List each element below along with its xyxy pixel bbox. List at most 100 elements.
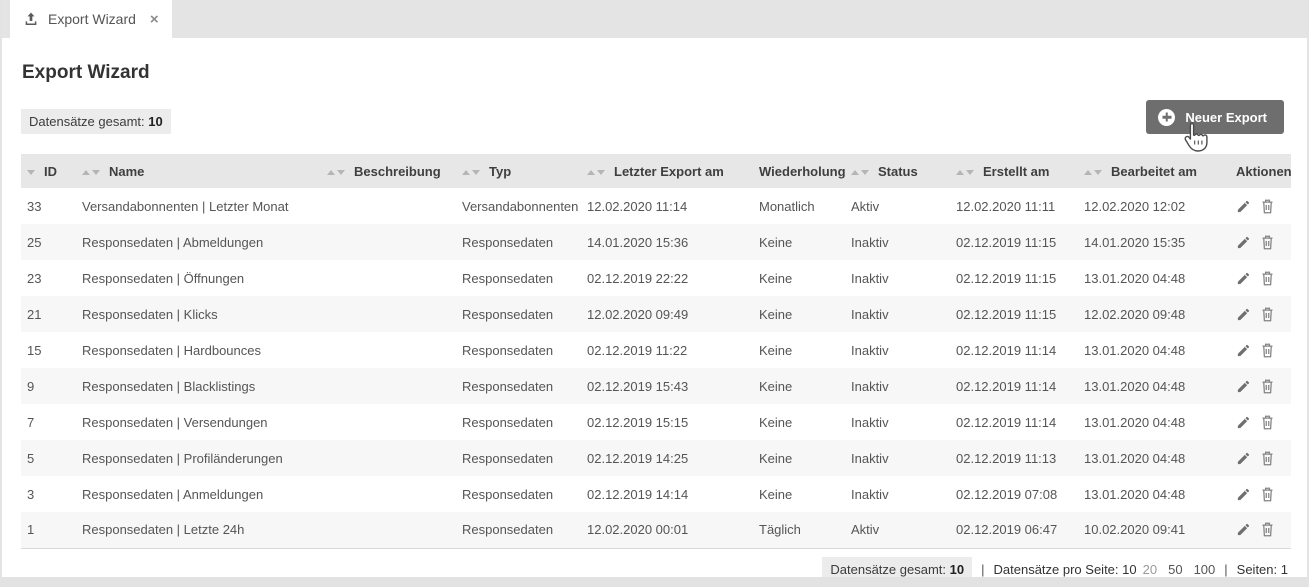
cell-beschreibung — [321, 476, 456, 512]
sort-arrows-icon — [851, 170, 869, 175]
upload-icon — [23, 11, 39, 27]
cell-typ: Responsedaten — [456, 440, 581, 476]
new-export-button-label: Neuer Export — [1185, 110, 1267, 125]
trash-icon[interactable] — [1260, 234, 1275, 251]
cell-erstellt_am: 02.12.2019 07:08 — [950, 476, 1078, 512]
records-total-badge: Datensätze gesamt: 10 — [21, 109, 171, 134]
cell-wiederholung: Täglich — [753, 512, 845, 548]
column-header-typ[interactable]: Typ — [456, 154, 581, 188]
page-size-option-20[interactable]: 20 — [1143, 562, 1157, 577]
column-header-label: Typ — [489, 164, 511, 179]
cell-typ: Responsedaten — [456, 296, 581, 332]
cell-wiederholung: Keine — [753, 368, 845, 404]
cell-erstellt_am: 02.12.2019 11:14 — [950, 404, 1078, 440]
cell-typ: Responsedaten — [456, 476, 581, 512]
pencil-icon[interactable] — [1236, 235, 1251, 250]
column-header-bearbeitet_am[interactable]: Bearbeitet am — [1078, 154, 1230, 188]
cell-letzter_export_am: 02.12.2019 15:15 — [581, 404, 753, 440]
trash-icon[interactable] — [1260, 521, 1275, 538]
page-size-option-50[interactable]: 50 — [1168, 562, 1182, 577]
cell-id: 1 — [21, 512, 76, 548]
cell-wiederholung: Keine — [753, 476, 845, 512]
footer-records-total-value: 10 — [950, 562, 964, 577]
pencil-icon[interactable] — [1236, 522, 1251, 537]
cell-aktionen — [1230, 188, 1291, 224]
cell-letzter_export_am: 12.02.2020 09:49 — [581, 296, 753, 332]
cell-erstellt_am: 02.12.2019 11:14 — [950, 368, 1078, 404]
trash-icon[interactable] — [1260, 306, 1275, 323]
column-header-aktionen: Aktionen — [1230, 154, 1291, 188]
sort-arrows-icon — [82, 170, 100, 175]
cell-typ: Versandabonnenten — [456, 188, 581, 224]
cell-erstellt_am: 12.02.2020 11:11 — [950, 188, 1078, 224]
cell-aktionen — [1230, 224, 1291, 260]
cell-name: Versandabonnenten | Letzter Monat — [76, 188, 321, 224]
column-header-erstellt_am[interactable]: Erstellt am — [950, 154, 1078, 188]
trash-icon[interactable] — [1260, 198, 1275, 215]
close-icon[interactable]: × — [150, 12, 159, 27]
cell-typ: Responsedaten — [456, 368, 581, 404]
column-header-name[interactable]: Name — [76, 154, 321, 188]
cell-letzter_export_am: 02.12.2019 11:22 — [581, 332, 753, 368]
column-header-status[interactable]: Status — [845, 154, 950, 188]
table-row: 33Versandabonnenten | Letzter MonatVersa… — [21, 188, 1291, 224]
page-size-options: 20 50 100 — [1143, 562, 1216, 577]
cell-typ: Responsedaten — [456, 404, 581, 440]
table-header-row: IDNameBeschreibungTypLetzter Export amWi… — [21, 154, 1291, 188]
sort-arrows-icon — [462, 170, 480, 175]
cell-status: Inaktiv — [845, 260, 950, 296]
new-export-button[interactable]: Neuer Export — [1146, 100, 1284, 134]
sort-arrows-icon — [587, 170, 605, 175]
cell-bearbeitet_am: 13.01.2020 04:48 — [1078, 368, 1230, 404]
table-row: 3Responsedaten | AnmeldungenResponsedate… — [21, 476, 1291, 512]
cell-typ: Responsedaten — [456, 224, 581, 260]
pencil-icon[interactable] — [1236, 415, 1251, 430]
sort-arrows-icon — [956, 170, 974, 175]
cell-status: Aktiv — [845, 512, 950, 548]
trash-icon[interactable] — [1260, 486, 1275, 503]
tab-bar: Export Wizard × — [2, 0, 1307, 38]
cell-beschreibung — [321, 188, 456, 224]
column-header-label: Aktionen — [1236, 164, 1291, 179]
trash-icon[interactable] — [1260, 450, 1275, 467]
column-header-beschreibung[interactable]: Beschreibung — [321, 154, 456, 188]
pencil-icon[interactable] — [1236, 307, 1251, 322]
cell-aktionen — [1230, 332, 1291, 368]
tab-label: Export Wizard — [48, 11, 136, 27]
trash-icon[interactable] — [1260, 342, 1275, 359]
pencil-icon[interactable] — [1236, 199, 1251, 214]
cell-id: 15 — [21, 332, 76, 368]
column-header-label: ID — [44, 164, 57, 179]
table-row: 21Responsedaten | KlicksResponsedaten12.… — [21, 296, 1291, 332]
cell-status: Inaktiv — [845, 332, 950, 368]
cell-aktionen — [1230, 440, 1291, 476]
cell-beschreibung — [321, 260, 456, 296]
tab-export-wizard[interactable]: Export Wizard × — [10, 0, 172, 38]
cell-erstellt_am: 02.12.2019 11:14 — [950, 332, 1078, 368]
trash-icon[interactable] — [1260, 270, 1275, 287]
trash-icon[interactable] — [1260, 378, 1275, 395]
trash-icon[interactable] — [1260, 414, 1275, 431]
cell-name: Responsedaten | Blacklistings — [76, 368, 321, 404]
cell-id: 5 — [21, 440, 76, 476]
page-size-option-100[interactable]: 100 — [1194, 562, 1216, 577]
cell-letzter_export_am: 02.12.2019 22:22 — [581, 260, 753, 296]
cell-status: Aktiv — [845, 188, 950, 224]
cell-beschreibung — [321, 224, 456, 260]
cell-id: 7 — [21, 404, 76, 440]
cell-wiederholung: Keine — [753, 260, 845, 296]
column-header-letzter_export_am[interactable]: Letzter Export am — [581, 154, 753, 188]
cell-aktionen — [1230, 512, 1291, 548]
pencil-icon[interactable] — [1236, 343, 1251, 358]
cell-status: Inaktiv — [845, 368, 950, 404]
cell-id: 9 — [21, 368, 76, 404]
pencil-icon[interactable] — [1236, 271, 1251, 286]
cell-wiederholung: Keine — [753, 332, 845, 368]
cell-erstellt_am: 02.12.2019 11:13 — [950, 440, 1078, 476]
pencil-icon[interactable] — [1236, 379, 1251, 394]
cell-aktionen — [1230, 476, 1291, 512]
pencil-icon[interactable] — [1236, 451, 1251, 466]
column-header-id[interactable]: ID — [21, 154, 76, 188]
pencil-icon[interactable] — [1236, 487, 1251, 502]
cell-letzter_export_am: 02.12.2019 14:25 — [581, 440, 753, 476]
